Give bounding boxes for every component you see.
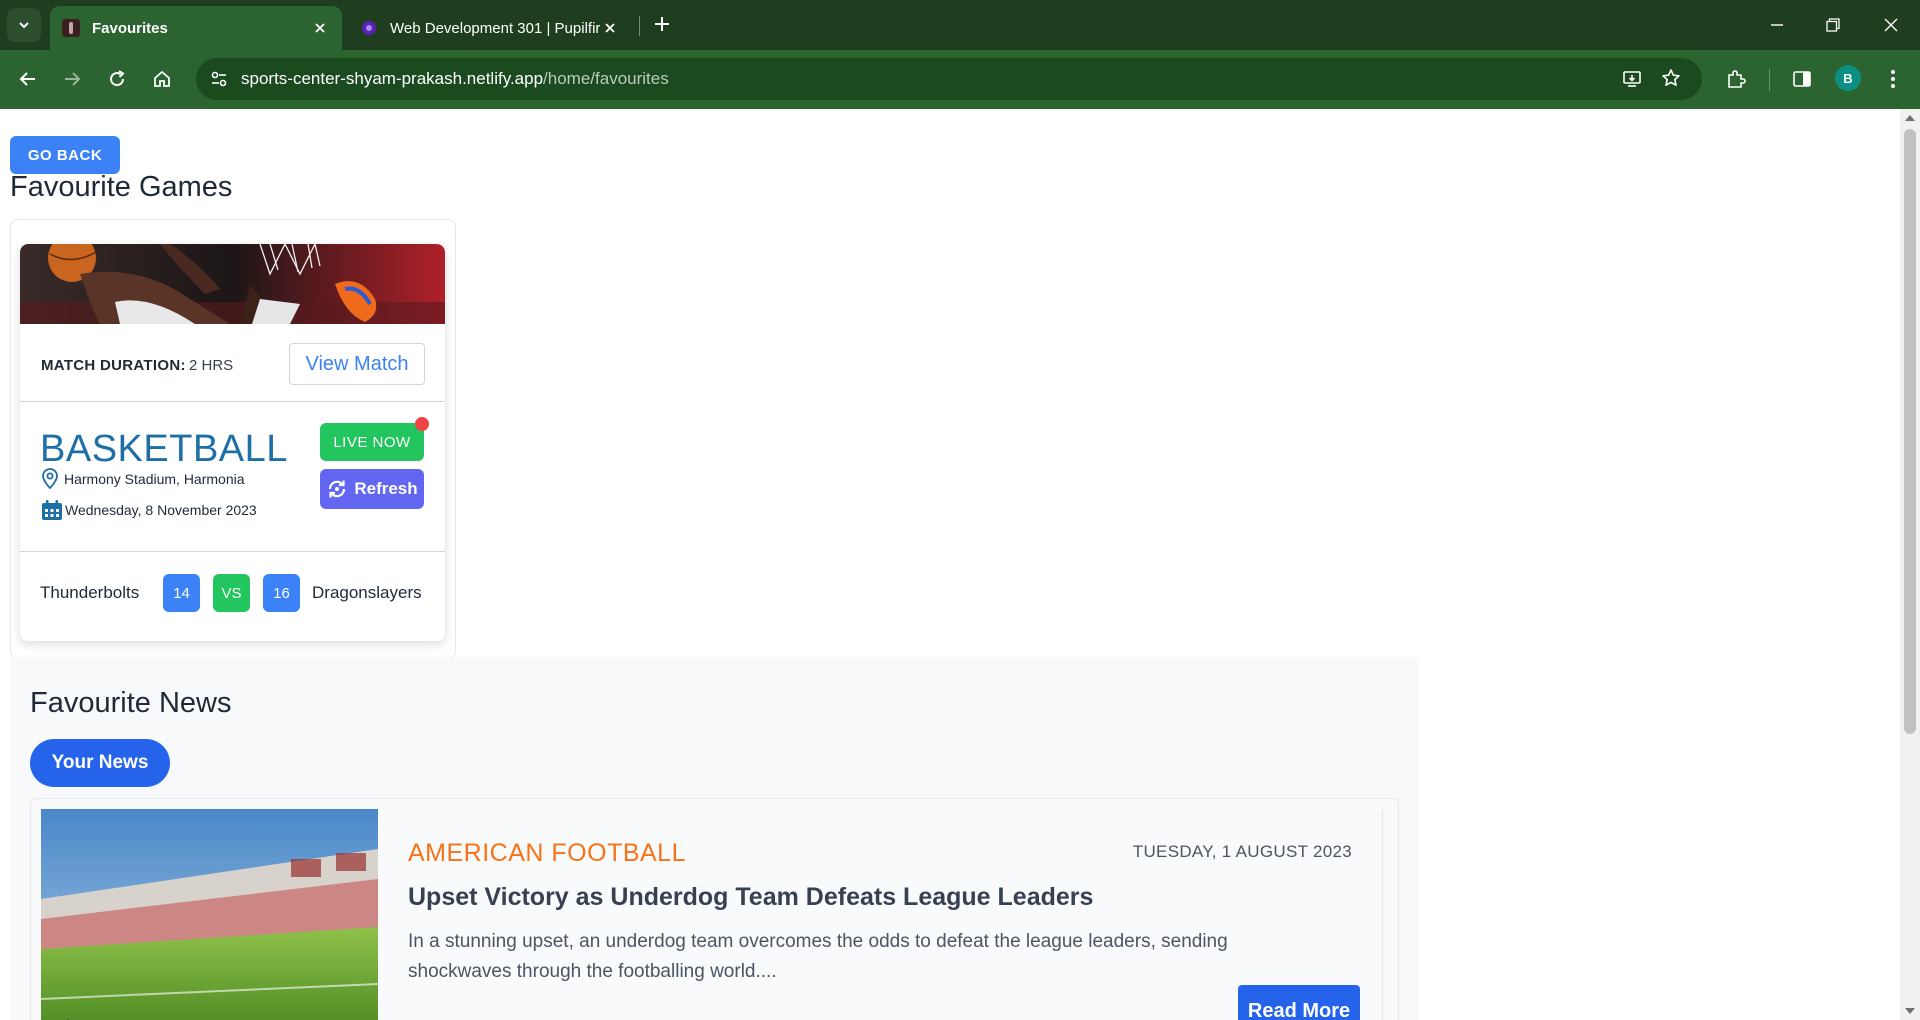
- minimize-icon: [1771, 24, 1783, 26]
- venue: Harmony Stadium, Harmonia: [40, 468, 245, 490]
- away-team-score: 16: [263, 574, 300, 612]
- page-content: GO BACK Favourite Games MATCH DURATION: …: [0, 109, 1900, 1020]
- away-team-name: Dragonslayers: [312, 583, 422, 602]
- match-duration-label: MATCH DURATION:: [41, 357, 186, 374]
- puzzle-icon: [1728, 70, 1746, 88]
- tab-search-button[interactable]: [7, 8, 41, 42]
- view-match-button[interactable]: View Match: [289, 343, 425, 385]
- minimize-button[interactable]: [1762, 10, 1792, 40]
- pupilfirst-favicon-icon: [360, 19, 378, 37]
- your-news-button[interactable]: Your News: [30, 739, 170, 787]
- go-back-button[interactable]: GO BACK: [10, 136, 120, 174]
- home-team-name: Thunderbolts: [40, 583, 140, 602]
- tab-title: Web Development 301 | Pupilfirst: [390, 19, 600, 37]
- kebab-menu-icon: [1891, 70, 1895, 88]
- browser-toolbar: sports-center-shyam-prakash.netlify.app/…: [0, 50, 1920, 109]
- close-icon[interactable]: [600, 18, 620, 38]
- plus-icon: [655, 17, 669, 31]
- refresh-icon: [329, 480, 346, 498]
- back-button[interactable]: [13, 64, 43, 94]
- browser-tab-strip: Favourites Web Development 301 | Pupilfi…: [0, 0, 1920, 50]
- versus-badge: VS: [213, 574, 250, 612]
- game-card: MATCH DURATION: 2 HRS View Match BASKETB…: [20, 244, 445, 641]
- side-panel-button[interactable]: [1787, 64, 1817, 94]
- tab-web-development[interactable]: Web Development 301 | Pupilfirst: [348, 6, 632, 50]
- forward-button[interactable]: [57, 64, 87, 94]
- reload-button[interactable]: [102, 64, 132, 94]
- stadium-image: [41, 809, 378, 1020]
- extensions-button[interactable]: [1721, 64, 1751, 94]
- refresh-button[interactable]: Refresh: [320, 469, 424, 509]
- news-category: AMERICAN FOOTBALL: [408, 839, 686, 867]
- address-bar[interactable]: sports-center-shyam-prakash.netlify.app/…: [196, 58, 1702, 100]
- home-button[interactable]: [147, 64, 177, 94]
- toolbar-divider: [1769, 69, 1770, 91]
- calendar-icon: [42, 500, 62, 520]
- arrow-left-icon: [19, 72, 35, 86]
- score-row: Thunderbolts 14 VS 16 Dragonslayers: [20, 552, 445, 641]
- sport-name: BASKETBALL: [40, 428, 288, 470]
- favourite-news-section: Favourite News Your News AMERICAN FOOTBA…: [10, 657, 1419, 1020]
- home-team-score: 14: [163, 574, 200, 612]
- close-icon[interactable]: [310, 18, 330, 38]
- scroll-down-arrow-icon[interactable]: [1905, 1008, 1915, 1014]
- chevron-down-icon: [19, 22, 29, 29]
- new-tab-button[interactable]: [648, 10, 676, 38]
- restore-button[interactable]: [1818, 10, 1848, 40]
- basketball-image: [20, 244, 445, 324]
- scroll-thumb[interactable]: [1904, 129, 1916, 734]
- profile-avatar[interactable]: B: [1835, 65, 1861, 91]
- news-title: Upset Victory as Underdog Team Defeats L…: [408, 883, 1094, 911]
- refresh-label: Refresh: [354, 479, 418, 498]
- match-duration-row: MATCH DURATION: 2 HRS View Match: [20, 324, 445, 402]
- url-domain: sports-center-shyam-prakash.netlify.app: [241, 69, 544, 88]
- home-icon: [154, 70, 170, 87]
- read-more-button[interactable]: Read More: [1238, 985, 1360, 1020]
- tab-favourites[interactable]: Favourites: [50, 6, 342, 50]
- live-now-badge: LIVE NOW: [320, 423, 424, 461]
- reload-icon: [110, 70, 125, 87]
- news-body: AMERICAN FOOTBALL TUESDAY, 1 AUGUST 2023…: [378, 809, 1383, 1020]
- browser-menu-button[interactable]: [1878, 64, 1908, 94]
- favourite-games-heading: Favourite Games: [10, 171, 233, 203]
- match-info-row: BASKETBALL Harmony Stadium, Harmonia Wed…: [20, 402, 445, 552]
- live-indicator-dot: [415, 417, 429, 431]
- page-scrollbar[interactable]: [1900, 109, 1920, 1020]
- news-description: In a stunning upset, an underdog team ov…: [408, 931, 1228, 982]
- match-date: Wednesday, 8 November 2023: [40, 498, 257, 522]
- news-date: TUESDAY, 1 AUGUST 2023: [1132, 842, 1352, 861]
- url-text: sports-center-shyam-prakash.netlify.app/…: [241, 69, 669, 89]
- arrow-right-icon: [65, 72, 81, 86]
- tab-title: Favourites: [92, 19, 168, 37]
- news-card: AMERICAN FOOTBALL TUESDAY, 1 AUGUST 2023…: [30, 798, 1399, 1020]
- scroll-up-arrow-icon[interactable]: [1905, 115, 1915, 121]
- favourite-news-heading: Favourite News: [30, 687, 232, 719]
- install-app-icon[interactable]: [1622, 69, 1642, 94]
- restore-icon: [1826, 18, 1840, 32]
- side-panel-icon: [1793, 71, 1811, 87]
- tab-separator: [639, 16, 640, 36]
- date-text: Wednesday, 8 November 2023: [65, 502, 257, 518]
- venue-text: Harmony Stadium, Harmonia: [64, 471, 245, 487]
- site-info-icon[interactable]: [210, 70, 228, 93]
- close-icon: [1884, 18, 1898, 32]
- bookmark-star-icon[interactable]: [1661, 68, 1681, 93]
- close-window-button[interactable]: [1876, 10, 1906, 40]
- match-duration-value: 2 HRS: [189, 357, 234, 374]
- location-pin-icon: [42, 468, 58, 490]
- site-favicon-icon: [62, 19, 80, 37]
- url-path: /home/favourites: [543, 69, 669, 88]
